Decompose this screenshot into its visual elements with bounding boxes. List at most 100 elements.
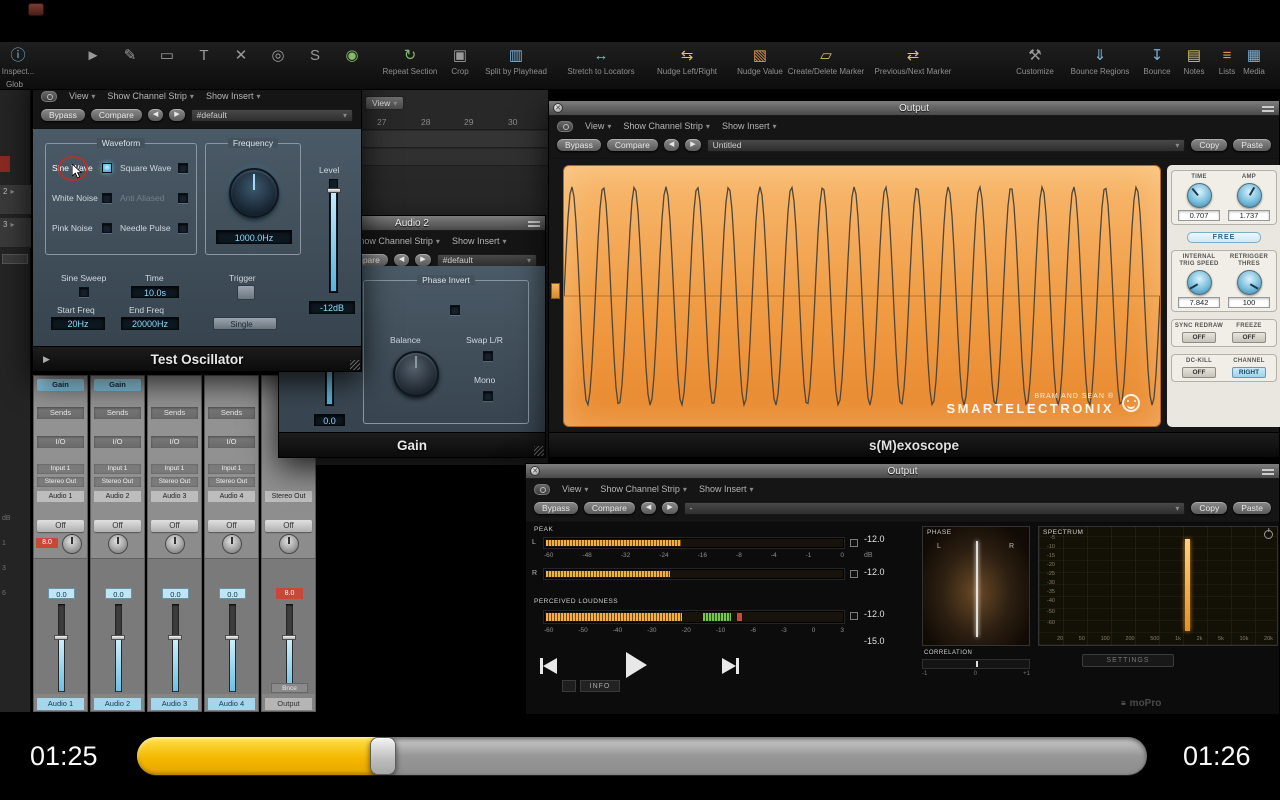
trigger-level-handle[interactable] — [551, 283, 560, 299]
seek-bar[interactable] — [137, 737, 1147, 775]
toolbar-item-stretch-to-locators[interactable]: ↔Stretch to Locators — [559, 47, 643, 76]
start-freq-value[interactable]: 20Hz — [51, 317, 105, 330]
mono-checkbox[interactable] — [483, 391, 493, 401]
global-tracks-label[interactable]: Glob — [6, 80, 23, 89]
lock-icon[interactable] — [562, 680, 576, 692]
sends-slot[interactable]: Sends — [94, 407, 141, 419]
input-slot[interactable]: Input 1 — [94, 464, 141, 474]
io-slot[interactable]: I/O — [151, 436, 198, 448]
copy-button[interactable]: Copy — [1191, 139, 1227, 151]
track-name-label[interactable]: Audio 4 — [208, 698, 255, 710]
input-slot[interactable]: Input 1 — [37, 464, 84, 474]
text-tool-button[interactable]: T — [189, 47, 219, 65]
toolbar-item-previous-next-marker[interactable]: ⇄Previous/Next Marker — [871, 47, 955, 76]
loudness-hold-checkbox[interactable] — [850, 612, 858, 620]
frequency-value[interactable]: 1000.0Hz — [216, 230, 292, 244]
input-slot[interactable]: Input 1 — [208, 464, 255, 474]
bypass-button[interactable]: Bypass — [557, 139, 601, 151]
pointer-tool-button[interactable]: ► — [78, 47, 108, 65]
next-preset-button[interactable]: ▶ — [662, 502, 677, 514]
pan-knob[interactable] — [62, 534, 82, 554]
link-icon[interactable] — [534, 484, 550, 495]
preset-dropdown[interactable]: -▾ — [684, 502, 1186, 515]
paste-button[interactable]: Paste — [1233, 139, 1271, 151]
show-channel-strip-menu[interactable]: Show Channel Strip▾ — [353, 236, 440, 246]
off-button[interactable]: Off — [37, 520, 84, 532]
copy-button[interactable]: Copy — [1191, 502, 1227, 514]
off-button[interactable]: Off — [94, 520, 141, 532]
gain-db-readout[interactable]: 8.0 — [276, 588, 303, 599]
toolbar-item-split-by-playhead[interactable]: ▥Split by Playhead — [474, 47, 558, 76]
needle-pulse-checkbox[interactable] — [178, 223, 188, 233]
trigger-button[interactable] — [237, 285, 255, 300]
dc-kill-button[interactable]: OFF — [1182, 367, 1216, 378]
fader-handle[interactable] — [54, 635, 68, 640]
next-preset-button[interactable]: ▶ — [685, 139, 700, 151]
close-icon[interactable]: ✕ — [530, 466, 540, 476]
close-icon[interactable]: ✕ — [553, 103, 563, 113]
output-slot[interactable]: Stereo Out — [37, 477, 84, 487]
next-preset-button[interactable]: ▶ — [415, 254, 430, 266]
previous-button[interactable] — [540, 658, 557, 674]
off-button[interactable]: Off — [208, 520, 255, 532]
channel-name[interactable]: Audio 3 — [151, 491, 198, 502]
track-name-label[interactable]: Audio 2 — [94, 698, 141, 710]
view-menu[interactable]: View▾ — [562, 484, 588, 494]
show-insert-menu[interactable]: Show Insert▾ — [722, 121, 777, 131]
io-slot[interactable]: I/O — [94, 436, 141, 448]
square-wave-checkbox[interactable] — [178, 163, 188, 173]
channel-name[interactable]: Audio 1 — [37, 491, 84, 502]
settings-button[interactable]: SETTINGS — [1082, 654, 1174, 667]
output-slot[interactable]: Stereo Out — [208, 477, 255, 487]
track-name-label[interactable]: Audio 3 — [151, 698, 198, 710]
internal-trig-speed-knob[interactable] — [1187, 270, 1212, 295]
view-menu[interactable]: View▾ — [585, 121, 611, 131]
white-noise-checkbox[interactable] — [102, 193, 112, 203]
power-icon[interactable] — [1264, 530, 1273, 539]
glue-tool-button[interactable]: ◎ — [263, 47, 293, 65]
channel-name[interactable]: Audio 4 — [208, 491, 255, 502]
frequency-knob[interactable] — [229, 168, 279, 218]
peak-hold-checkbox[interactable] — [850, 539, 858, 547]
track-header-3[interactable]: 3▸ — [0, 218, 31, 248]
bypass-button[interactable]: Bypass — [534, 502, 578, 514]
volume-fader[interactable] — [229, 604, 236, 692]
swap-lr-checkbox[interactable] — [483, 351, 493, 361]
show-channel-strip-menu[interactable]: Show Channel Strip▾ — [623, 121, 710, 131]
link-icon[interactable] — [41, 91, 57, 102]
track-controls[interactable] — [2, 254, 28, 264]
next-preset-button[interactable]: ▶ — [169, 109, 184, 121]
gain-value[interactable]: 0.0 — [314, 414, 345, 426]
previous-preset-button[interactable]: ◀ — [664, 139, 679, 151]
bypass-button[interactable]: Bypass — [41, 109, 85, 121]
sends-slot[interactable]: Sends — [151, 407, 198, 419]
channel-button[interactable]: RIGHT — [1232, 367, 1266, 378]
info-button[interactable]: INFO — [580, 680, 620, 692]
track-name-label[interactable]: Output — [265, 698, 312, 710]
preset-dropdown[interactable]: #default▾ — [191, 109, 353, 122]
volume-fader[interactable] — [115, 604, 122, 692]
next-button[interactable] — [722, 658, 739, 674]
previous-preset-button[interactable]: ◀ — [641, 502, 656, 514]
slider-handle[interactable] — [327, 188, 341, 193]
fader-handle[interactable] — [168, 635, 182, 640]
track-header-2[interactable]: 2▸ — [0, 185, 31, 215]
pan-knob[interactable] — [222, 534, 242, 554]
fader-handle[interactable] — [111, 635, 125, 640]
pencil-tool-button[interactable]: ✎ — [115, 47, 145, 65]
preset-dropdown[interactable]: Untitled▾ — [707, 139, 1186, 152]
previous-preset-button[interactable]: ◀ — [148, 109, 163, 121]
fader-value[interactable]: 0.0 — [219, 588, 246, 599]
play-button[interactable] — [626, 652, 647, 678]
resize-grip[interactable] — [534, 446, 544, 456]
amp-knob[interactable] — [1237, 183, 1262, 208]
show-channel-strip-menu[interactable]: Show Channel Strip▾ — [107, 91, 194, 101]
eraser-tool-button[interactable]: ▭ — [152, 47, 182, 65]
gain-db-readout[interactable]: 8.0 — [36, 538, 58, 548]
compare-button[interactable]: Compare — [607, 139, 658, 151]
track-name-label[interactable]: Audio 1 — [37, 698, 84, 710]
balance-knob[interactable] — [393, 351, 439, 397]
previous-preset-button[interactable]: ◀ — [394, 254, 409, 266]
disclosure-triangle-icon[interactable]: ▶ — [43, 354, 50, 365]
input-slot[interactable]: Input 1 — [151, 464, 198, 474]
